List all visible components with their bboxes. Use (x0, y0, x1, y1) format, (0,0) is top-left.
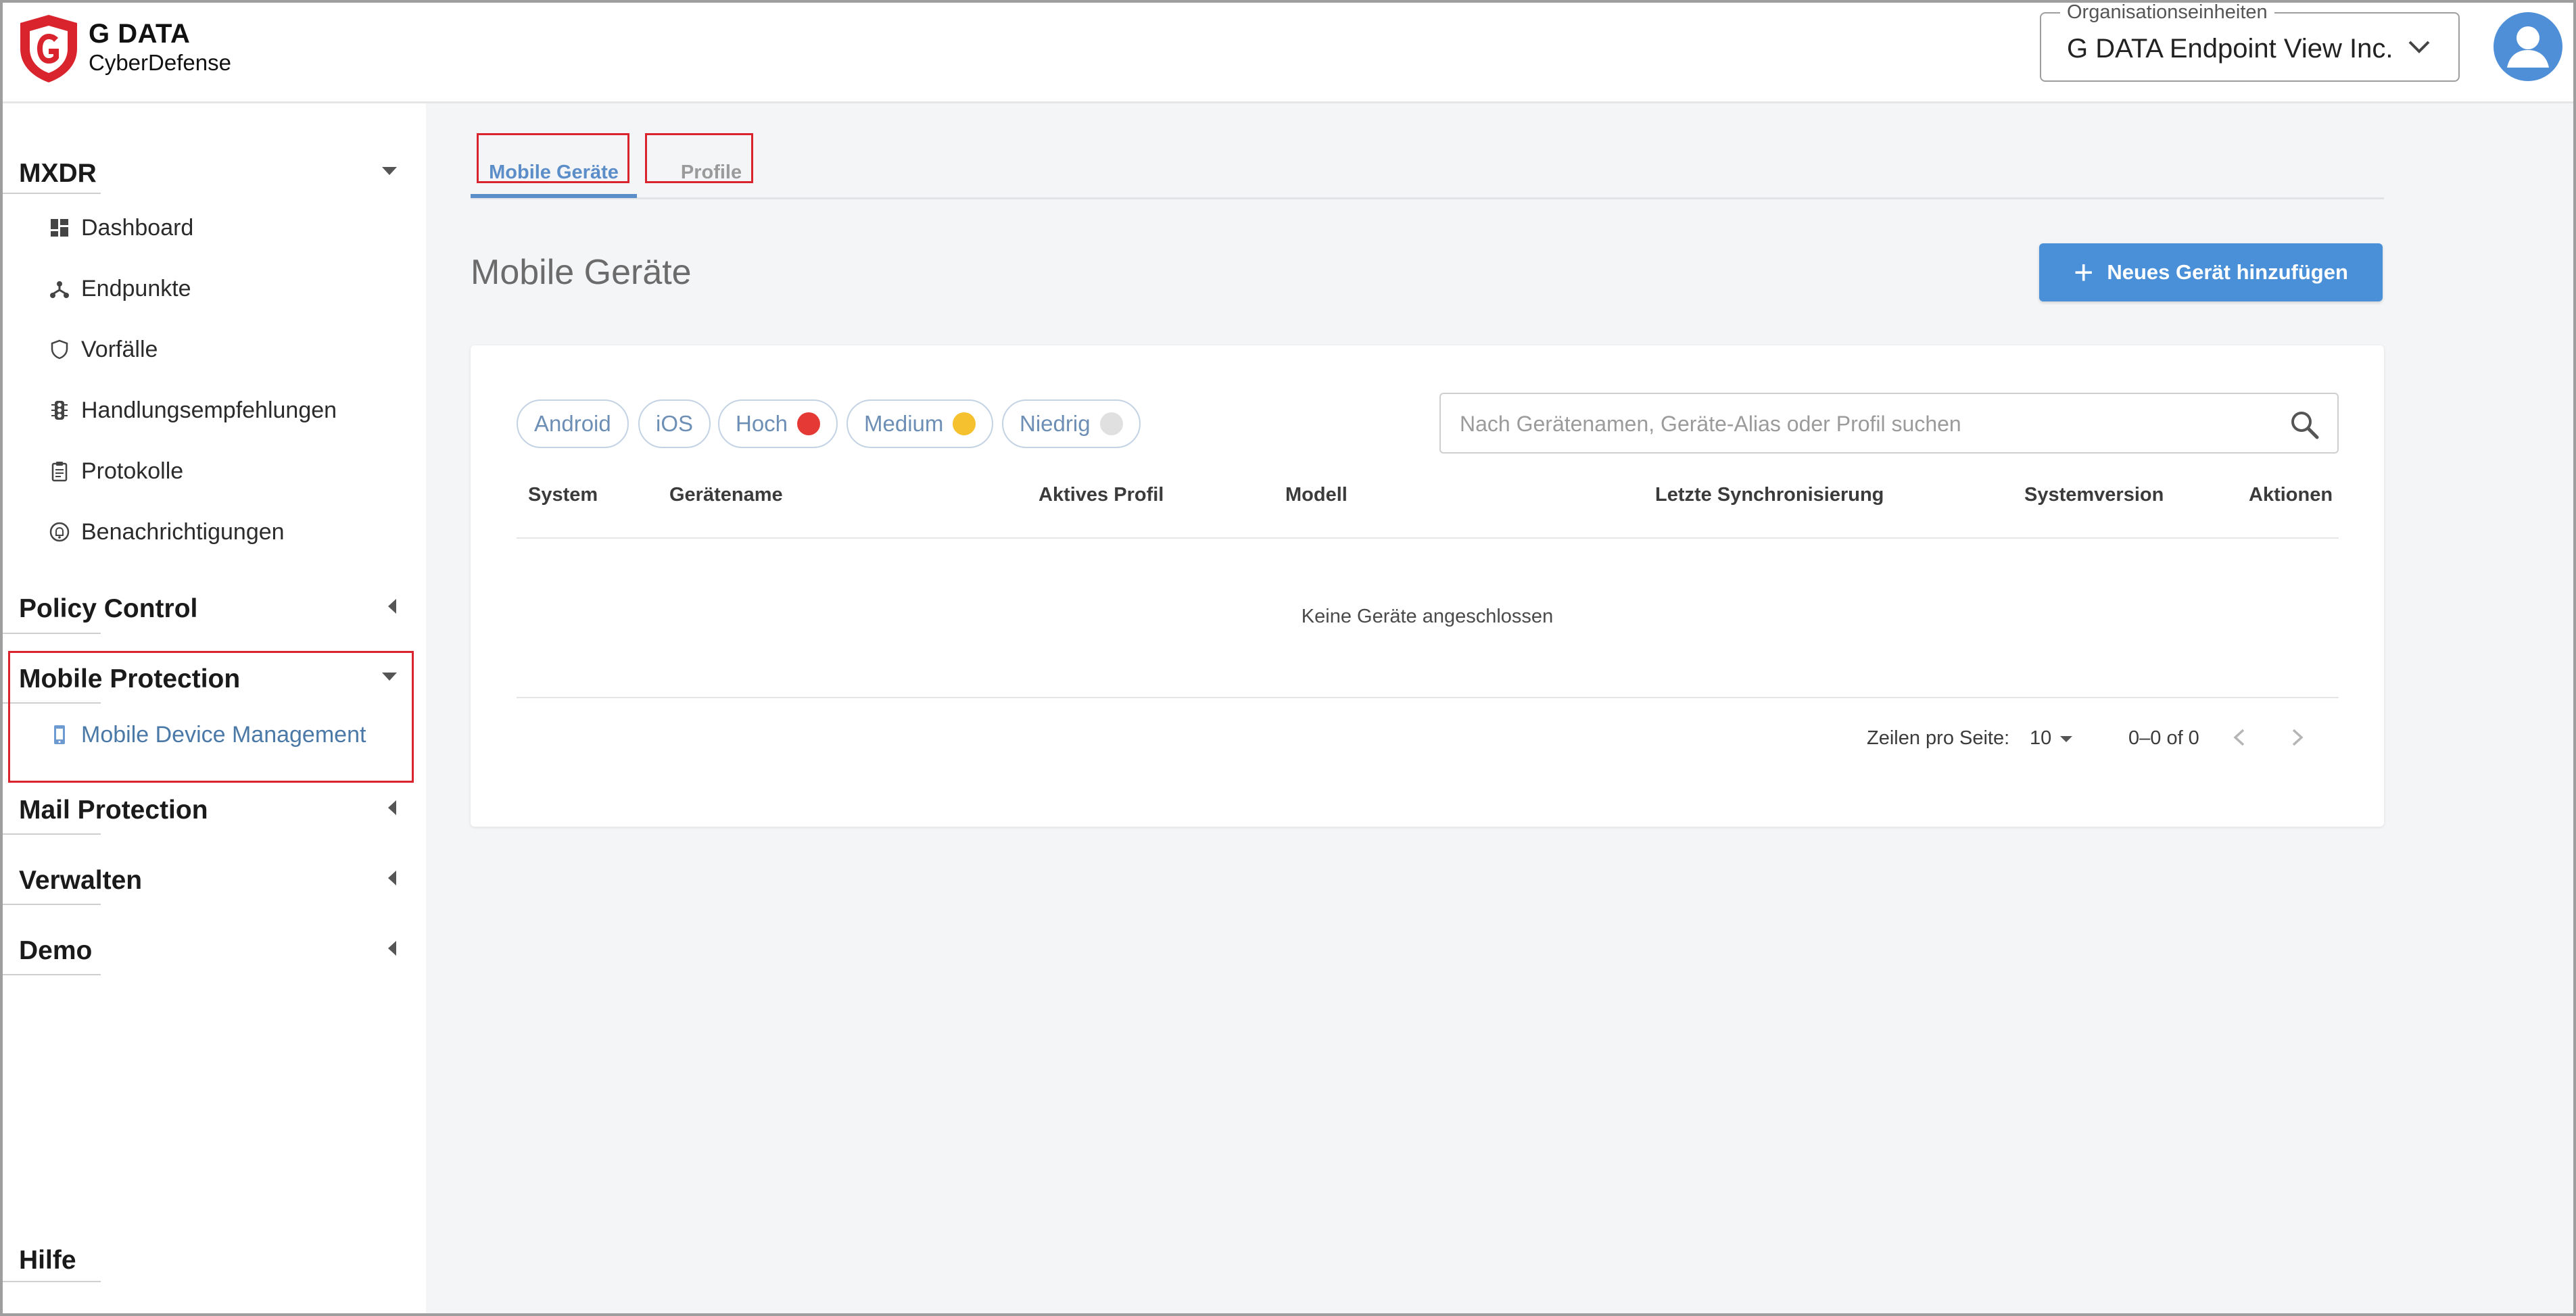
rows-per-page-value: 10 (2030, 727, 2052, 749)
sidebar-item-label: Handlungsempfehlungen (81, 397, 337, 423)
column-header-aktives-profil[interactable]: Aktives Profil (1039, 484, 1164, 506)
filter-chip-hoch[interactable]: Hoch (718, 399, 838, 448)
caret-left-icon[interactable] (383, 869, 402, 887)
sidebar-item-label: Protokolle (81, 458, 184, 484)
rows-per-page-label: Zeilen pro Seite: (1867, 727, 2010, 749)
sidebar-section-verwalten[interactable]: Verwalten (19, 866, 142, 896)
column-header-modell[interactable]: Modell (1285, 484, 1347, 506)
sidebar-item-mobile-device-management[interactable]: Mobile Device Management (49, 717, 366, 752)
search-icon[interactable] (2289, 409, 2320, 440)
filter-chip-niedrig[interactable]: Niedrig (1002, 399, 1141, 448)
chip-label: Android (534, 411, 611, 436)
bell-icon (49, 522, 70, 542)
traffic-light-icon (51, 401, 68, 420)
caret-down-icon (2060, 735, 2073, 742)
shield-icon (51, 339, 68, 360)
sidebar: MXDR Dashboard Endpunkte Vorfälle Handlu… (0, 103, 426, 1316)
add-device-label: Neues Gerät hinzufügen (2107, 260, 2348, 284)
gdata-logo-icon[interactable] (18, 14, 80, 84)
sidebar-section-mobile-protection[interactable]: Mobile Protection (19, 664, 240, 694)
rows-per-page-select[interactable]: 10 (2030, 727, 2074, 750)
sidebar-item-protokolle[interactable]: Protokolle (49, 454, 183, 489)
brand-subtitle: CyberDefense (89, 50, 231, 75)
severity-high-dot (797, 412, 821, 435)
sidebar-item-label: Endpunkte (81, 275, 191, 301)
severity-low-dot (1099, 412, 1123, 435)
section-divider (3, 193, 101, 194)
page-title: Mobile Geräte (471, 253, 692, 292)
sidebar-item-label: Benachrichtigungen (81, 518, 285, 545)
org-unit-select[interactable]: Organisationseinheiten G DATA Endpoint V… (2040, 1, 2460, 82)
empty-table-message: Keine Geräte angeschlossen (1301, 606, 1554, 627)
mobile-phone-icon (54, 725, 65, 744)
chip-label: Niedrig (1020, 411, 1091, 436)
clipboard-icon (51, 462, 68, 482)
dashboard-icon (51, 219, 68, 237)
sidebar-section-mxdr[interactable]: MXDR (19, 159, 97, 189)
caret-down-icon[interactable] (380, 162, 399, 180)
sidebar-section-policy-control[interactable]: Policy Control (19, 594, 197, 624)
main-content: Mobile Geräte Profile Mobile Geräte + Ne… (426, 103, 2573, 1313)
section-divider (3, 633, 101, 634)
caret-down-icon[interactable] (380, 667, 399, 686)
filter-chip-ios[interactable]: iOS (638, 399, 711, 448)
chip-label: Hoch (736, 411, 788, 436)
section-divider (3, 974, 101, 975)
sidebar-section-demo[interactable]: Demo (19, 936, 92, 966)
device-search-input[interactable]: Nach Gerätenamen, Geräte-Alias oder Prof… (1439, 393, 2339, 454)
tab-profile[interactable]: Profile (644, 148, 779, 197)
sidebar-section-hilfe[interactable]: Hilfe (19, 1246, 76, 1275)
section-divider (3, 1281, 101, 1282)
column-header-systemversion[interactable]: Systemversion (2024, 484, 2164, 506)
caret-left-icon[interactable] (383, 597, 402, 616)
column-header-letzte-synchronisierung[interactable]: Letzte Synchronisierung (1655, 484, 1884, 506)
previous-page-icon[interactable] (2228, 726, 2251, 749)
user-avatar-button[interactable] (2494, 12, 2562, 81)
devices-card: Android iOS Hoch Medium Niedrig Nach Ger… (471, 345, 2384, 827)
sidebar-item-handlungsempfehlungen[interactable]: Handlungsempfehlungen (49, 393, 337, 428)
sidebar-item-benachrichtigungen[interactable]: Benachrichtigungen (49, 514, 285, 550)
section-divider (3, 904, 101, 905)
next-page-icon[interactable] (2285, 726, 2308, 749)
sidebar-item-vorfaelle[interactable]: Vorfälle (49, 332, 158, 367)
severity-medium-dot (953, 412, 976, 435)
filter-chip-medium[interactable]: Medium (846, 399, 994, 448)
org-unit-value: G DATA Endpoint View Inc. (2067, 34, 2393, 64)
table-footer-divider (517, 697, 2339, 698)
pagination-range: 0–0 of 0 (2128, 727, 2199, 749)
chip-label: Medium (864, 411, 944, 436)
sidebar-item-endpunkte[interactable]: Endpunkte (49, 271, 191, 306)
sidebar-item-label: Mobile Device Management (81, 721, 366, 748)
plus-icon: + (2074, 253, 2094, 291)
section-divider (3, 702, 101, 704)
sidebar-item-label: Dashboard (81, 214, 194, 241)
column-header-geraetename[interactable]: Gerätename (669, 484, 783, 506)
caret-left-icon[interactable] (383, 798, 402, 817)
caret-left-icon[interactable] (383, 939, 402, 958)
org-unit-label: Organisationseinheiten (2060, 1, 2274, 24)
sidebar-item-dashboard[interactable]: Dashboard (49, 210, 193, 245)
sidebar-item-label: Vorfälle (81, 336, 158, 362)
table-header-divider (517, 537, 2339, 539)
add-device-button[interactable]: + Neues Gerät hinzufügen (2039, 243, 2383, 301)
app-header: G DATA CyberDefense Organisationseinheit… (0, 0, 2576, 103)
section-divider (3, 833, 101, 835)
tabs-divider (471, 197, 2384, 199)
tab-mobile-geraete[interactable]: Mobile Geräte (471, 148, 637, 197)
column-header-system[interactable]: System (528, 484, 598, 506)
brand-name: G DATA (89, 19, 191, 49)
chip-label: iOS (656, 411, 694, 436)
sidebar-section-mail-protection[interactable]: Mail Protection (19, 796, 208, 825)
endpoints-icon (50, 281, 69, 298)
filter-chip-android[interactable]: Android (517, 399, 629, 448)
search-placeholder: Nach Gerätenamen, Geräte-Alias oder Prof… (1460, 412, 1961, 436)
column-header-aktionen: Aktionen (2249, 484, 2333, 506)
active-tab-indicator (471, 194, 637, 198)
chevron-down-icon (2408, 41, 2430, 53)
user-icon (2507, 26, 2549, 68)
